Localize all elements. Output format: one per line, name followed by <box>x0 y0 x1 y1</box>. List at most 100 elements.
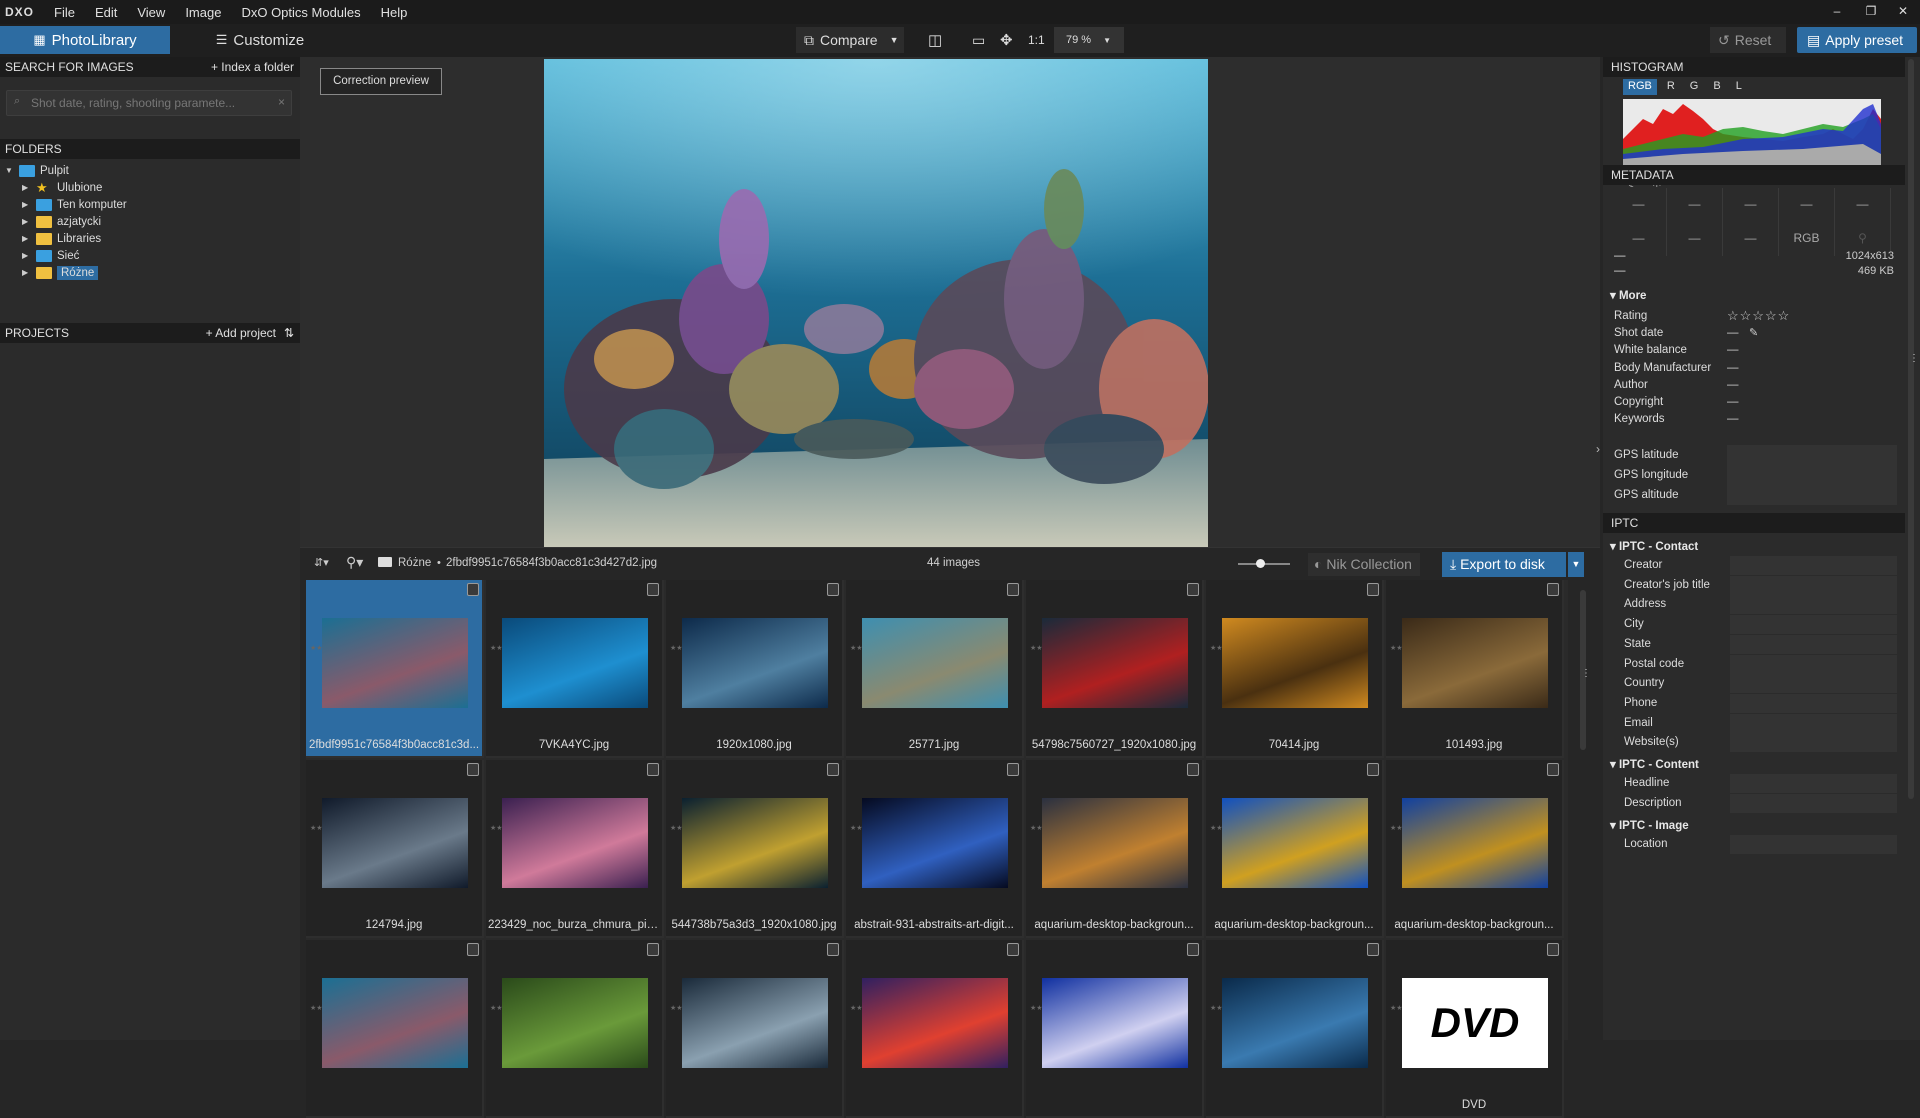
thumbnail[interactable]: ★★★★★ 2fbdf9951c76584f3b0acc81c3d... <box>306 580 484 758</box>
caret-right-icon[interactable]: ▶ <box>22 200 32 209</box>
sort-az-icon[interactable]: ⇵▾ <box>314 556 329 569</box>
search-input[interactable]: ⌕ Shot date, rating, shooting paramete..… <box>6 90 292 116</box>
rating-stars-icon[interactable]: ★★★★★ <box>310 1004 341 1013</box>
rating-stars-icon[interactable]: ★★★★★ <box>850 1004 881 1013</box>
thumbnail[interactable]: ★★★★★ 25771.jpg <box>846 580 1024 758</box>
iptc-contact-toggle[interactable]: ▾ IPTC - Contact <box>1610 539 1698 553</box>
sort-icon[interactable]: ⇅ <box>284 326 294 340</box>
upload-flag-icon[interactable] <box>1367 763 1379 776</box>
iptc-input[interactable] <box>1730 595 1897 615</box>
export-button[interactable]: ⤓ Export to disk <box>1442 552 1566 577</box>
gps-input[interactable] <box>1727 485 1897 505</box>
upload-flag-icon[interactable] <box>647 943 659 956</box>
upload-flag-icon[interactable] <box>467 763 479 776</box>
iptc-input[interactable] <box>1730 835 1897 854</box>
rating-stars-icon[interactable]: ★★★★★ <box>1390 644 1421 653</box>
upload-flag-icon[interactable] <box>1367 583 1379 596</box>
rating-stars-icon[interactable]: ★★★★★ <box>670 824 701 833</box>
correction-preview-button[interactable]: Correction preview <box>320 68 442 95</box>
rating-stars-icon[interactable]: ★★★★★ <box>310 824 341 833</box>
one-to-one-button[interactable]: 1:1 <box>1028 27 1045 53</box>
thumbnail[interactable]: ★★★★★ <box>306 940 484 1118</box>
rating-stars-icon[interactable]: ★★★★★ <box>1210 824 1241 833</box>
edit-icon[interactable]: ✎ <box>1749 326 1758 339</box>
export-dropdown[interactable]: ▼ <box>1568 552 1584 577</box>
upload-flag-icon[interactable] <box>467 583 479 596</box>
thumbnail[interactable]: ★★★★★ abstrait-931-abstraits-art-digit... <box>846 760 1024 938</box>
thumbnail[interactable]: ★★★★★ <box>1206 940 1384 1118</box>
compare-button[interactable]: ⧉ Compare ▼ <box>796 27 904 53</box>
restore-button[interactable]: ❐ <box>1856 0 1886 24</box>
slider-handle[interactable] <box>1256 559 1265 568</box>
thumbnail[interactable]: ★★★★★ <box>486 940 664 1118</box>
rating-stars-icon[interactable]: ★★★★★ <box>670 1004 701 1013</box>
menu-optics-modules[interactable]: DxO Optics Modules <box>231 5 370 20</box>
thumbnail[interactable]: ★★★★★ aquarium-desktop-backgroun... <box>1206 760 1384 938</box>
filter-icon[interactable]: ⚲▾ <box>346 554 363 571</box>
index-folder-button[interactable]: + Index a folder <box>211 60 294 74</box>
menu-edit[interactable]: Edit <box>85 5 127 20</box>
upload-flag-icon[interactable] <box>827 763 839 776</box>
iptc-input[interactable] <box>1730 674 1897 694</box>
upload-flag-icon[interactable] <box>1007 763 1019 776</box>
menu-view[interactable]: View <box>127 5 175 20</box>
thumbnail[interactable]: ★★★★★ <box>1026 940 1204 1118</box>
iptc-input[interactable] <box>1730 575 1897 595</box>
upload-flag-icon[interactable] <box>1547 583 1559 596</box>
rating-stars-icon[interactable]: ★★★★★ <box>310 644 341 653</box>
rating-stars-icon[interactable]: ★★★★★ <box>670 644 701 653</box>
iptc-content-toggle[interactable]: ▾ IPTC - Content <box>1610 757 1699 771</box>
rating-stars-icon[interactable]: ★★★★★ <box>1030 1004 1061 1013</box>
apply-preset-button[interactable]: ▤ Apply preset <box>1797 27 1917 53</box>
rating-stars-icon[interactable]: ★★★★★ <box>1030 824 1061 833</box>
gps-input[interactable] <box>1727 465 1897 485</box>
channel-rgb[interactable]: RGB <box>1623 79 1657 95</box>
iptc-input[interactable] <box>1730 634 1897 654</box>
fit-screen-icon[interactable]: ▭ <box>972 27 985 53</box>
right-scrollbar[interactable] <box>1908 59 1914 799</box>
iptc-input[interactable] <box>1730 615 1897 635</box>
split-view-icon[interactable]: ◫ <box>928 27 942 53</box>
upload-flag-icon[interactable] <box>1187 763 1199 776</box>
caret-right-icon[interactable]: ▶ <box>22 234 32 243</box>
thumbnail[interactable]: ★★★★★ 124794.jpg <box>306 760 484 938</box>
iptc-input[interactable] <box>1730 713 1897 733</box>
upload-flag-icon[interactable] <box>1547 943 1559 956</box>
more-options-icon[interactable]: ⋮ <box>1909 353 1919 364</box>
tab-customize[interactable]: ☰ Customize <box>200 26 320 54</box>
upload-flag-icon[interactable] <box>1547 763 1559 776</box>
thumbnail[interactable]: ★★★★★ 544738b75a3d3_1920x1080.jpg <box>666 760 844 938</box>
caret-right-icon[interactable]: ▶ <box>22 268 32 277</box>
upload-flag-icon[interactable] <box>827 943 839 956</box>
iptc-input[interactable] <box>1730 654 1897 674</box>
rating-stars-icon[interactable]: ★★★★★ <box>1210 644 1241 653</box>
upload-flag-icon[interactable] <box>1367 943 1379 956</box>
upload-flag-icon[interactable] <box>467 943 479 956</box>
upload-flag-icon[interactable] <box>647 763 659 776</box>
rating-stars-icon[interactable]: ★★★★★ <box>1390 824 1421 833</box>
move-icon[interactable]: ✥ <box>1000 27 1013 53</box>
upload-flag-icon[interactable] <box>1007 943 1019 956</box>
channel-g[interactable]: G <box>1685 79 1704 95</box>
thumbnail[interactable]: ★★★★★ aquarium-desktop-backgroun... <box>1026 760 1204 938</box>
close-button[interactable]: ✕ <box>1888 0 1918 24</box>
caret-right-icon[interactable]: ▶ <box>22 183 32 192</box>
nik-collection-button[interactable]: ◐ Nik Collection <box>1308 553 1420 576</box>
chevron-down-icon[interactable]: ▼ <box>890 35 899 45</box>
more-section-toggle[interactable]: ▾ More <box>1610 288 1646 302</box>
rating-stars-icon[interactable]: ★★★★★ <box>1210 1004 1241 1013</box>
caret-right-icon[interactable]: ▶ <box>22 217 32 226</box>
iptc-input[interactable] <box>1730 793 1897 813</box>
caret-down-icon[interactable]: ▼ <box>5 166 15 175</box>
thumbnail[interactable]: ★★★★★ aquarium-desktop-backgroun... <box>1386 760 1564 938</box>
add-project-button[interactable]: + Add project <box>206 326 276 340</box>
iptc-input[interactable] <box>1730 556 1897 575</box>
zoom-select[interactable]: 79 % ▼ <box>1054 27 1124 53</box>
folder-item[interactable]: ▶ Różne <box>22 262 99 283</box>
rating-stars-icon[interactable]: ★★★★★ <box>490 644 521 653</box>
thumbnail[interactable]: ★★★★★ 223429_noc_burza_chmura_pio... <box>486 760 664 938</box>
menu-file[interactable]: File <box>44 5 85 20</box>
thumbnail[interactable]: ★★★★★ 1920x1080.jpg <box>666 580 844 758</box>
rating-stars-icon[interactable]: ★★★★★ <box>1390 1004 1421 1013</box>
rating-stars-icon[interactable]: ★★★★★ <box>850 644 881 653</box>
